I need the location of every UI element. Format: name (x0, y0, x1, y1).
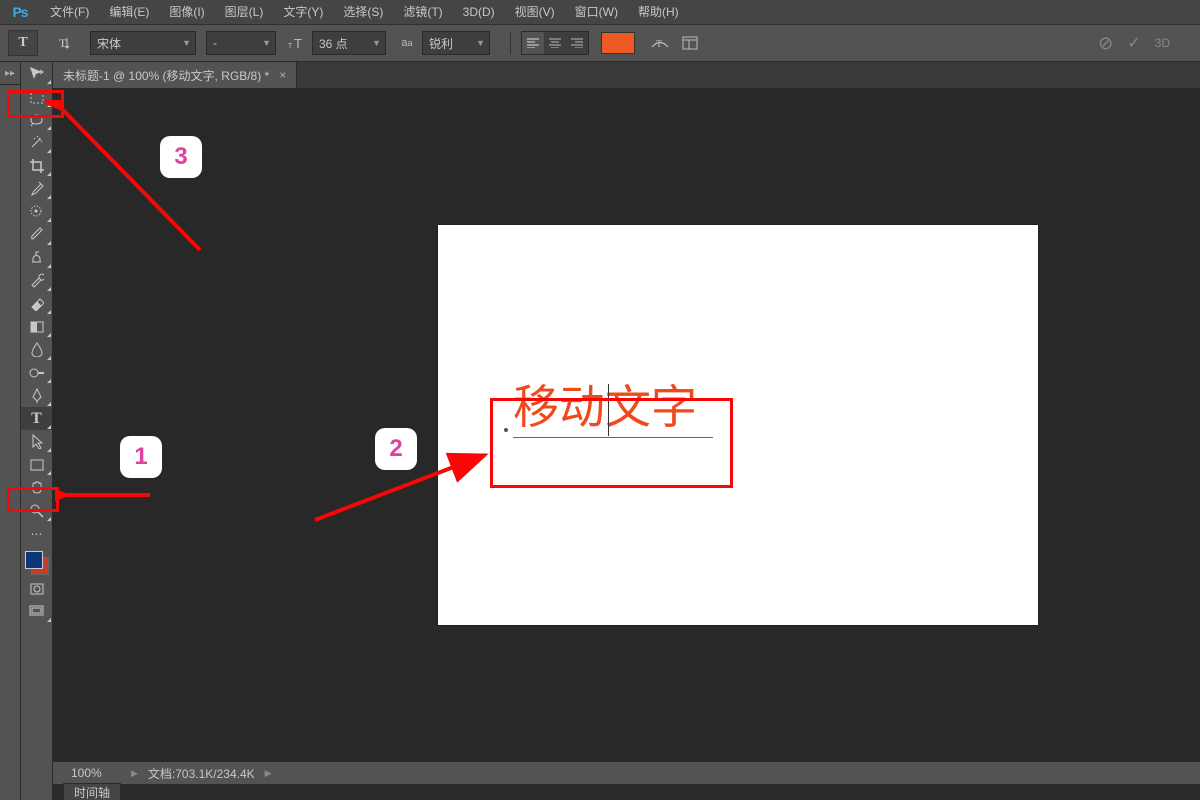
dodge-tool[interactable] (21, 361, 52, 384)
magic-wand-tool[interactable] (21, 131, 52, 154)
cancel-icon[interactable]: ⊘ (1098, 33, 1113, 54)
screen-mode-button[interactable] (21, 600, 52, 623)
font-size-value: 36 点 (319, 35, 348, 52)
menu-type[interactable]: 文字(Y) (273, 0, 333, 24)
character-panel-button[interactable] (677, 30, 703, 56)
tool-panel: T ⋯ (21, 62, 53, 800)
eraser-tool[interactable] (21, 292, 52, 315)
clone-stamp-tool[interactable] (21, 246, 52, 269)
document-tab[interactable]: 未标题-1 @ 100% (移动文字, RGB/8) * × (53, 62, 297, 88)
text-baseline (513, 437, 713, 438)
menu-help[interactable]: 帮助(H) (628, 0, 689, 24)
menu-select[interactable]: 选择(S) (333, 0, 393, 24)
svg-text:T: T (294, 36, 302, 50)
main-area: ▸▸ (0, 62, 1200, 800)
doc-info[interactable]: 文档:703.1K/234.4K (148, 765, 255, 782)
font-style-value: - (213, 36, 217, 50)
tool-preset-text[interactable]: T (8, 30, 38, 56)
menu-window[interactable]: 窗口(W) (565, 0, 628, 24)
edit-toolbar-button[interactable]: ⋯ (21, 522, 52, 545)
blur-tool[interactable] (21, 338, 52, 361)
hand-tool[interactable] (21, 476, 52, 499)
divider (510, 32, 511, 54)
chevron-down-icon: ▼ (182, 38, 191, 48)
zoom-level[interactable]: 100% (71, 766, 121, 780)
menu-edit[interactable]: 编辑(E) (99, 0, 159, 24)
svg-text:T: T (59, 36, 67, 50)
menu-image[interactable]: 图像(I) (159, 0, 214, 24)
timeline-panel-tab[interactable]: 时间轴 (63, 783, 121, 800)
3d-button[interactable]: 3D (1155, 36, 1170, 50)
zoom-tool[interactable] (21, 499, 52, 522)
font-family-value: 宋体 (97, 35, 121, 52)
panel-gutter: ▸▸ (0, 62, 21, 800)
menu-items: 文件(F) 编辑(E) 图像(I) 图层(L) 文字(Y) 选择(S) 滤镜(T… (40, 0, 689, 24)
text-align-group (521, 31, 589, 55)
quick-mask-button[interactable] (21, 577, 52, 600)
canvas[interactable]: 移动文字 (438, 225, 1038, 625)
marquee-tool[interactable] (21, 85, 52, 108)
align-right-button[interactable] (566, 32, 588, 54)
warp-text-button[interactable]: T (647, 30, 673, 56)
pasteboard[interactable]: 移动文字 (53, 89, 1200, 761)
font-size-select[interactable]: 36 点 ▼ (312, 31, 386, 55)
chevron-down-icon: ▼ (262, 38, 271, 48)
status-bar: 100% ▶ 文档:703.1K/234.4K ▶ (53, 761, 1200, 784)
chevron-right-icon[interactable]: ▶ (265, 768, 272, 779)
lasso-tool[interactable] (21, 108, 52, 131)
text-origin-marker (504, 428, 508, 432)
anti-alias-value: 锐利 (429, 35, 453, 52)
anti-alias-select[interactable]: 锐利 ▼ (422, 31, 490, 55)
svg-text:T: T (656, 39, 662, 50)
text-color-swatch[interactable] (601, 32, 635, 54)
history-brush-tool[interactable] (21, 269, 52, 292)
foreground-color[interactable] (25, 551, 43, 569)
chevron-down-icon: ▼ (372, 38, 381, 48)
menu-bar: Ps 文件(F) 编辑(E) 图像(I) 图层(L) 文字(Y) 选择(S) 滤… (0, 0, 1200, 25)
text-cursor (608, 384, 609, 436)
align-center-button[interactable] (544, 32, 566, 54)
font-family-select[interactable]: 宋体 ▼ (90, 31, 196, 55)
chevron-right-icon[interactable]: ▶ (131, 768, 138, 779)
menu-layer[interactable]: 图层(L) (215, 0, 274, 24)
commit-group: ⊘ ✓ 3D (1098, 33, 1170, 54)
brush-tool[interactable] (21, 223, 52, 246)
close-icon[interactable]: × (279, 68, 286, 82)
menu-filter[interactable]: 滤镜(T) (393, 0, 452, 24)
collapse-arrow-icon[interactable]: ▸▸ (0, 62, 20, 85)
font-style-select[interactable]: - ▼ (206, 31, 276, 55)
align-left-button[interactable] (522, 32, 544, 54)
svg-text:T: T (288, 43, 293, 50)
menu-3d[interactable]: 3D(D) (453, 0, 505, 24)
text-layer-content[interactable]: 移动文字 (513, 385, 697, 431)
type-tool[interactable]: T (21, 407, 52, 430)
text-orientation-icon[interactable]: T (52, 29, 80, 57)
path-select-tool[interactable] (21, 430, 52, 453)
color-picker[interactable] (23, 549, 51, 577)
document-tab-title: 未标题-1 @ 100% (移动文字, RGB/8) * (63, 67, 269, 84)
font-size-icon: T T (286, 36, 308, 50)
options-bar: T T 宋体 ▼ - ▼ T T 36 点 ▼ aa 锐利 ▼ (0, 25, 1200, 62)
anti-alias-icon: aa (396, 32, 418, 54)
eyedropper-tool[interactable] (21, 177, 52, 200)
document-tab-bar: 未标题-1 @ 100% (移动文字, RGB/8) * × (53, 62, 1200, 89)
crop-tool[interactable] (21, 154, 52, 177)
shape-tool[interactable] (21, 453, 52, 476)
menu-view[interactable]: 视图(V) (505, 0, 565, 24)
move-tool[interactable] (21, 62, 52, 85)
commit-icon[interactable]: ✓ (1127, 33, 1140, 53)
healing-brush-tool[interactable] (21, 200, 52, 223)
menu-file[interactable]: 文件(F) (40, 0, 99, 24)
gradient-tool[interactable] (21, 315, 52, 338)
pen-tool[interactable] (21, 384, 52, 407)
ps-logo: Ps (0, 0, 40, 24)
chevron-down-icon: ▼ (476, 38, 485, 48)
document-area: 未标题-1 @ 100% (移动文字, RGB/8) * × 移动文字 100%… (53, 62, 1200, 800)
